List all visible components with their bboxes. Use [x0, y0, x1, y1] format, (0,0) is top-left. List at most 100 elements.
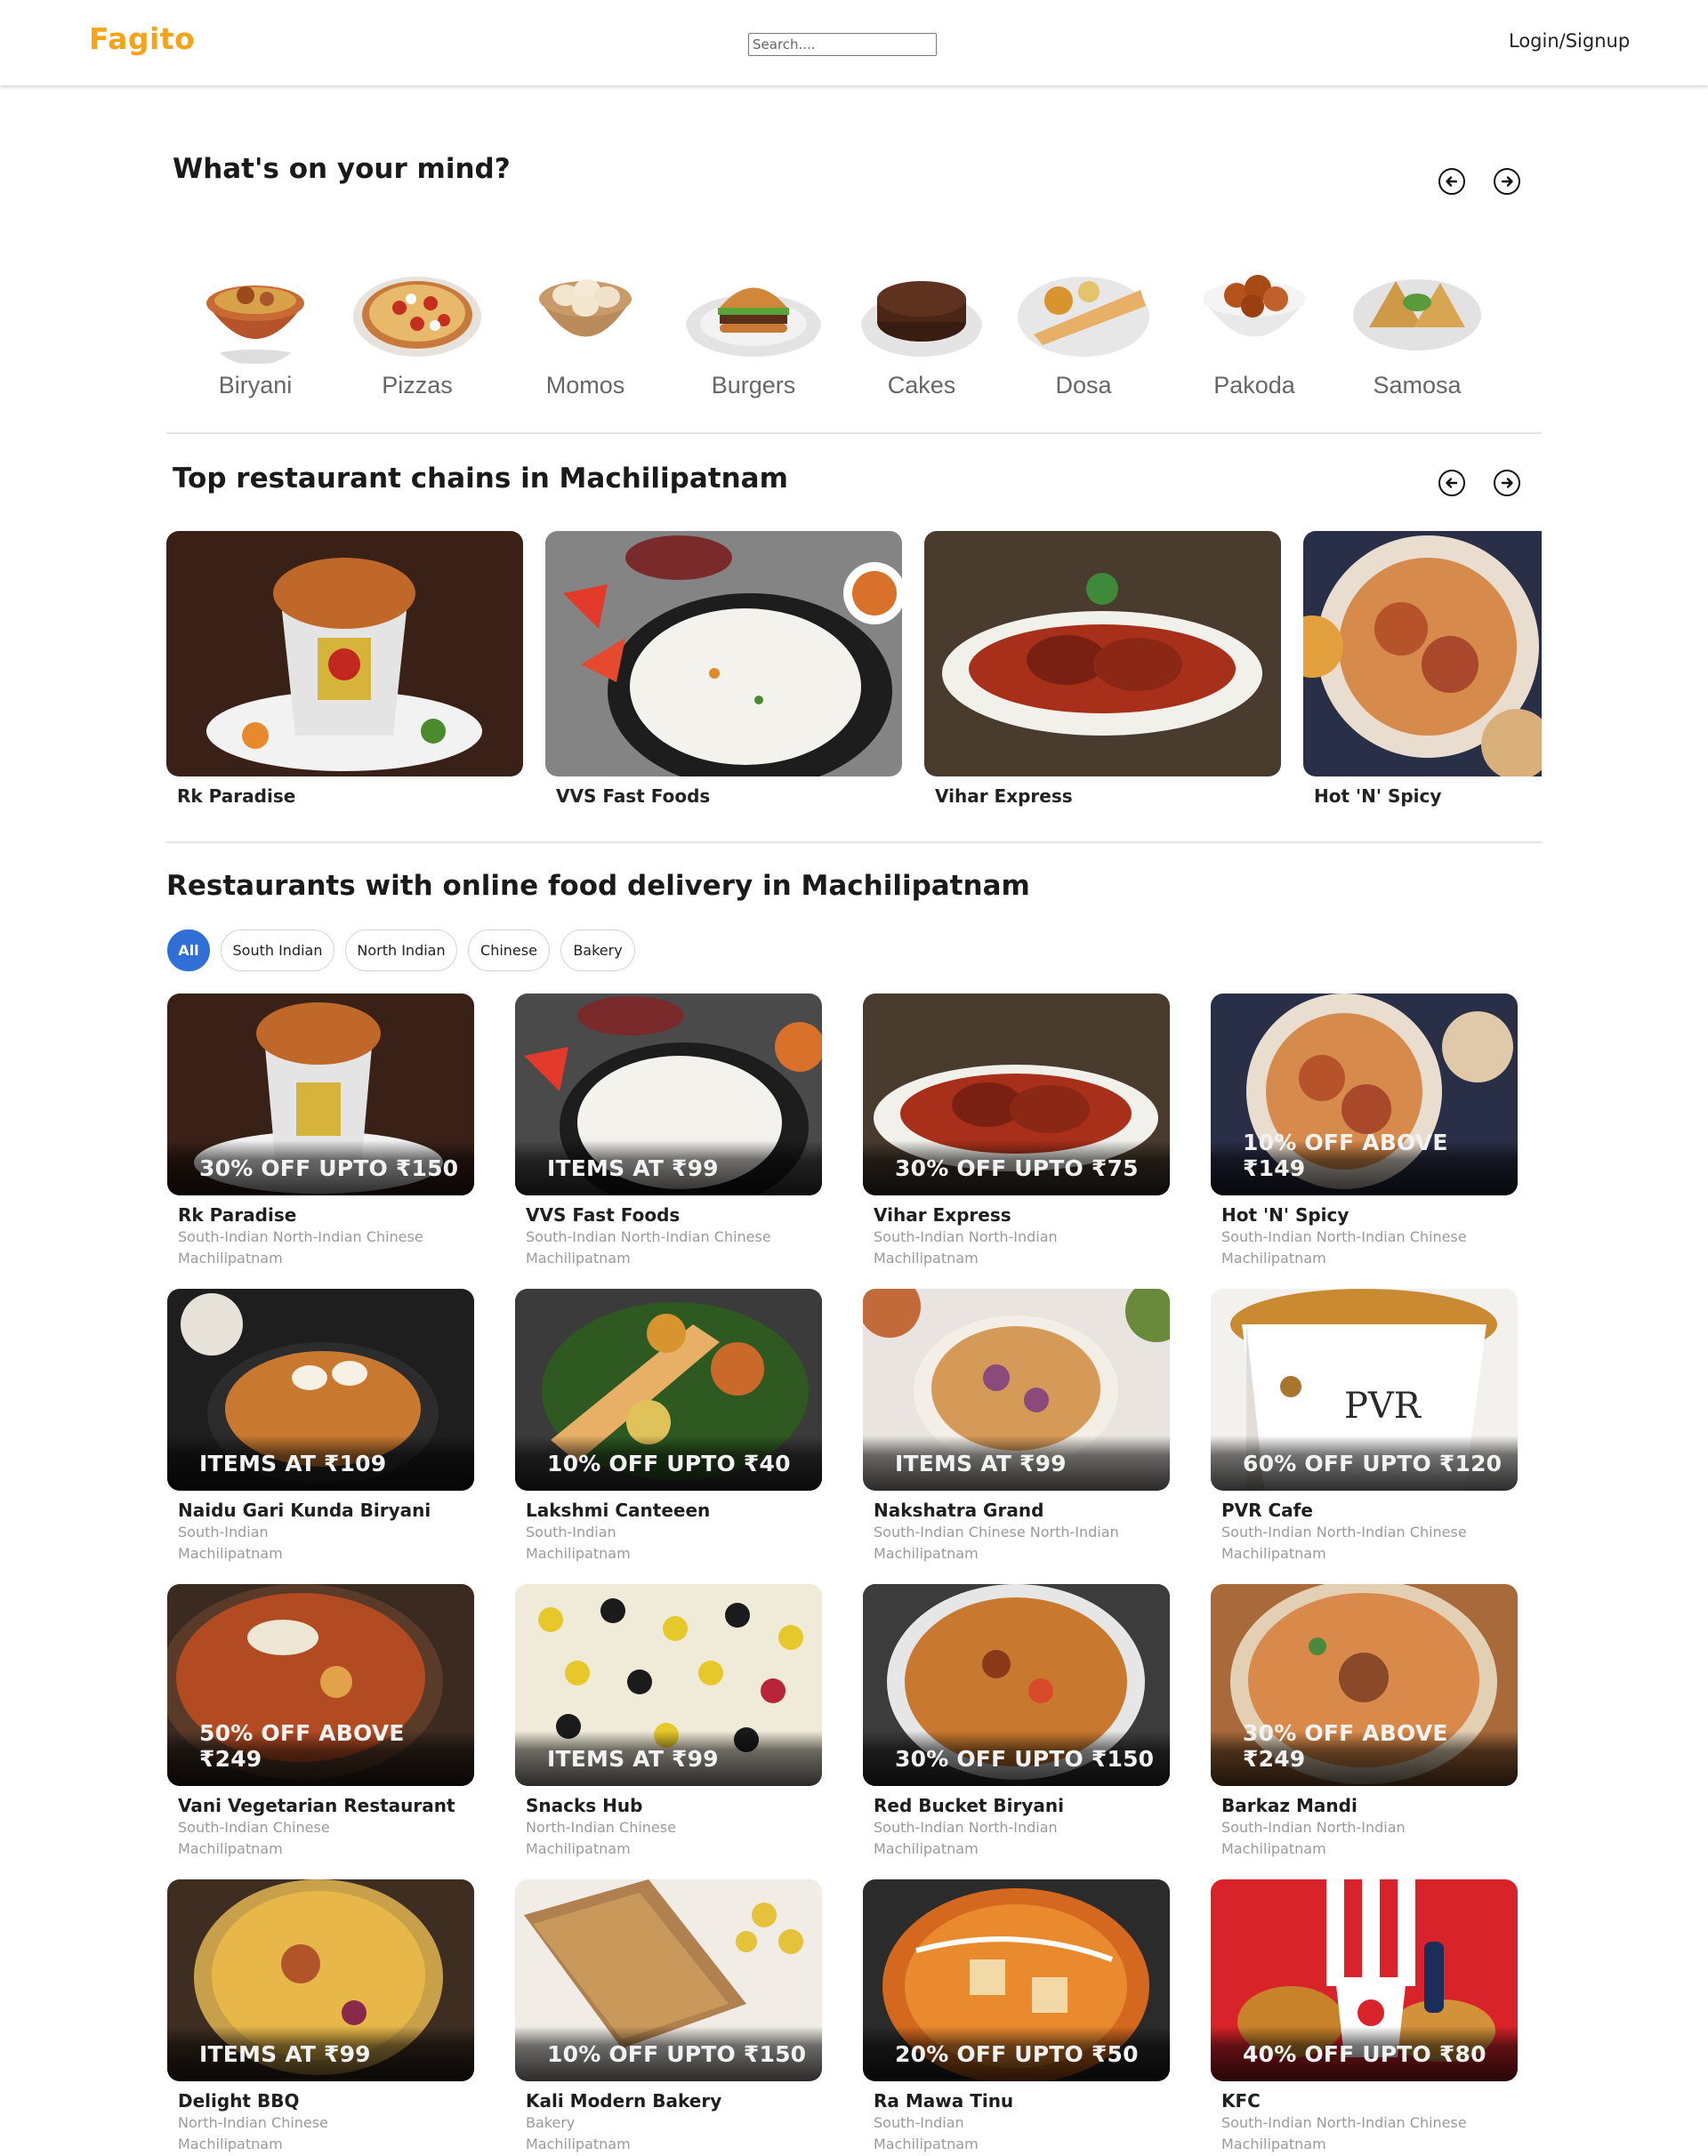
mind-next-button[interactable]	[1494, 168, 1520, 195]
category-pakoda[interactable]: Pakoda	[1188, 263, 1321, 406]
restaurant-card[interactable]: ITEMS AT ₹99 Snacks Hub North-Indian Chi…	[515, 1584, 822, 1860]
restaurant-card[interactable]: 10% OFF UPTO ₹150 Kali Modern Bakery Bak…	[515, 1879, 822, 2155]
restaurant-cuisine: South-Indian North-Indian Chinese	[1221, 1524, 1467, 1541]
mind-prev-button[interactable]	[1438, 168, 1465, 195]
restaurant-image: PVR 60% OFF UPTO ₹120	[1211, 1289, 1518, 1491]
category-label: Cakes	[887, 372, 956, 398]
restaurant-cuisine: South-Indian Chinese North-Indian	[874, 1524, 1119, 1541]
chains-section-title: Top restaurant chains in Machilipatnam	[173, 463, 788, 495]
restaurant-image: 50% OFF ABOVE ₹249	[167, 1584, 474, 1786]
restaurant-location: Machilipatnam	[526, 1545, 631, 1562]
restaurant-card[interactable]: ITEMS AT ₹99 Delight BBQ North-Indian Ch…	[167, 1879, 474, 2155]
restaurant-card[interactable]: ITEMS AT ₹99 Nakshatra Grand South-India…	[863, 1289, 1170, 1565]
restaurant-name: KFC	[1221, 2090, 1261, 2112]
restaurant-name: Rk Paradise	[178, 1204, 297, 1226]
category-samosa[interactable]: Samosa	[1350, 263, 1484, 406]
burger-image	[686, 287, 821, 357]
restaurant-cuisine: South-Indian North-Indian Chinese	[178, 1228, 423, 1245]
restaurant-name: Ra Mawa Tinu	[874, 2090, 1014, 2112]
restaurant-name: Barkaz Mandi	[1221, 1795, 1358, 1816]
login-signup-link[interactable]: Login/Signup	[1509, 30, 1630, 52]
search-input[interactable]	[748, 33, 937, 56]
restaurant-card[interactable]: ITEMS AT ₹109 Naidu Gari Kunda Biryani S…	[167, 1289, 474, 1565]
cake-image	[861, 281, 982, 357]
restaurant-name: PVR Cafe	[1221, 1500, 1313, 1521]
section-divider	[166, 432, 1542, 434]
restaurant-name: Vihar Express	[874, 1204, 1011, 1226]
restaurant-card[interactable]: PVR 60% OFF UPTO ₹120 PVR Cafe South-Ind…	[1211, 1289, 1518, 1565]
restaurant-card[interactable]: 30% OFF UPTO ₹150 Red Bucket Biryani Sou…	[863, 1584, 1170, 1860]
restaurant-location: Machilipatnam	[874, 1840, 979, 1857]
restaurant-cuisine: South-Indian North-Indian	[874, 1228, 1058, 1245]
restaurant-location: Machilipatnam	[178, 1840, 283, 1857]
restaurant-cuisine: South-Indian	[178, 1524, 269, 1541]
restaurant-cuisine: South-Indian North-Indian Chinese	[1221, 2114, 1467, 2131]
chain-image	[545, 531, 902, 776]
chain-card[interactable]: VVS Fast Foods	[545, 531, 902, 807]
restaurant-card[interactable]: 10% OFF ABOVE ₹149 Hot 'N' Spicy South-I…	[1211, 994, 1518, 1269]
restaurant-location: Machilipatnam	[1221, 2136, 1326, 2152]
restaurant-cuisine: Bakery	[526, 2114, 576, 2131]
restaurant-image: ITEMS AT ₹99	[167, 1879, 474, 2081]
restaurant-name: Hot 'N' Spicy	[1221, 1204, 1349, 1226]
restaurant-card[interactable]: 30% OFF ABOVE ₹249 Barkaz Mandi South-In…	[1211, 1584, 1518, 1860]
chain-card[interactable]: Hot 'N' Spicy	[1303, 531, 1542, 807]
filter-north-indian[interactable]: North Indian	[345, 929, 457, 971]
restaurant-cuisine: South-Indian North-Indian Chinese	[1221, 1228, 1467, 1245]
restaurant-card[interactable]: ITEMS AT ₹99 VVS Fast Foods South-Indian…	[515, 994, 822, 1269]
chain-card[interactable]: Vihar Express	[924, 531, 1281, 807]
offer-text: 50% OFF ABOVE ₹249	[199, 1720, 405, 1772]
category-dosa[interactable]: Dosa	[1017, 263, 1150, 406]
filter-all[interactable]: All	[167, 929, 210, 971]
restaurant-location: Machilipatnam	[526, 1840, 631, 1857]
filter-chinese[interactable]: Chinese	[468, 929, 550, 971]
restaurant-card[interactable]: 10% OFF UPTO ₹40 Lakshmi Canteeen South-…	[515, 1289, 822, 1565]
restaurant-location: Machilipatnam	[526, 1250, 631, 1267]
restaurant-cuisine: South-Indian North-Indian	[874, 1819, 1058, 1836]
restaurant-location: Machilipatnam	[1221, 1840, 1326, 1857]
restaurant-image: 10% OFF UPTO ₹40	[515, 1289, 822, 1491]
chain-card[interactable]: Rk Paradise	[166, 531, 523, 807]
restaurant-image: 30% OFF UPTO ₹150	[863, 1584, 1170, 1786]
restaurant-cuisine: North-Indian Chinese	[178, 2114, 328, 2131]
restaurant-card[interactable]: 20% OFF UPTO ₹50 Ra Mawa Tinu South-Indi…	[863, 1879, 1170, 2155]
arrow-right-icon	[1501, 478, 1513, 488]
chains-carousel[interactable]: Rk Paradise VVS Fast Foods Vihar Express…	[166, 531, 1542, 816]
category-label: Biryani	[218, 372, 293, 398]
category-label: Pakoda	[1213, 372, 1295, 398]
restaurant-image: ITEMS AT ₹99	[863, 1289, 1170, 1491]
category-burgers[interactable]: Burgers	[686, 263, 821, 406]
restaurant-name: Naidu Gari Kunda Biryani	[178, 1500, 431, 1521]
restaurant-name: Kali Modern Bakery	[526, 2090, 722, 2112]
category-label: Pizzas	[382, 372, 453, 398]
offer-text: 10% OFF UPTO ₹150	[547, 2041, 807, 2067]
restaurant-image: 30% OFF UPTO ₹150	[167, 994, 474, 1195]
restaurant-card[interactable]: 30% OFF UPTO ₹75 Vihar Express South-Ind…	[863, 994, 1170, 1269]
category-momos[interactable]: Momos	[519, 263, 652, 406]
restaurant-card[interactable]: 30% OFF UPTO ₹150 Rk Paradise South-Indi…	[167, 994, 474, 1269]
offer-text: 30% OFF ABOVE ₹249	[1243, 1720, 1448, 1772]
restaurant-name: VVS Fast Foods	[526, 1204, 681, 1226]
offer-text: 10% OFF UPTO ₹40	[547, 1451, 791, 1476]
restaurant-card[interactable]: 40% OFF UPTO ₹80 KFC South-Indian North-…	[1211, 1879, 1518, 2155]
section-divider	[166, 841, 1542, 843]
chain-name: VVS Fast Foods	[556, 785, 711, 807]
category-pizzas[interactable]: Pizzas	[350, 263, 484, 406]
restaurant-image: ITEMS AT ₹109	[167, 1289, 474, 1491]
offer-text: ITEMS AT ₹109	[199, 1451, 387, 1476]
chains-next-button[interactable]	[1494, 470, 1520, 496]
momos-image	[539, 279, 632, 337]
restaurant-image: ITEMS AT ₹99	[515, 994, 822, 1195]
category-cakes[interactable]: Cakes	[855, 263, 988, 406]
site-logo[interactable]: Fagito	[89, 21, 195, 56]
category-label: Samosa	[1373, 372, 1462, 398]
restaurant-name: Lakshmi Canteeen	[526, 1500, 711, 1521]
chains-prev-button[interactable]	[1438, 470, 1465, 496]
offer-text: ITEMS AT ₹99	[895, 1451, 1067, 1476]
category-biryani[interactable]: Biryani	[189, 263, 322, 406]
filter-bakery[interactable]: Bakery	[560, 929, 635, 971]
filter-south-indian[interactable]: South Indian	[221, 929, 334, 971]
restaurant-name: Vani Vegetarian Restaurant	[178, 1795, 455, 1816]
restaurant-card[interactable]: 50% OFF ABOVE ₹249 Vani Vegetarian Resta…	[167, 1584, 474, 1860]
arrow-left-icon	[1446, 176, 1458, 187]
